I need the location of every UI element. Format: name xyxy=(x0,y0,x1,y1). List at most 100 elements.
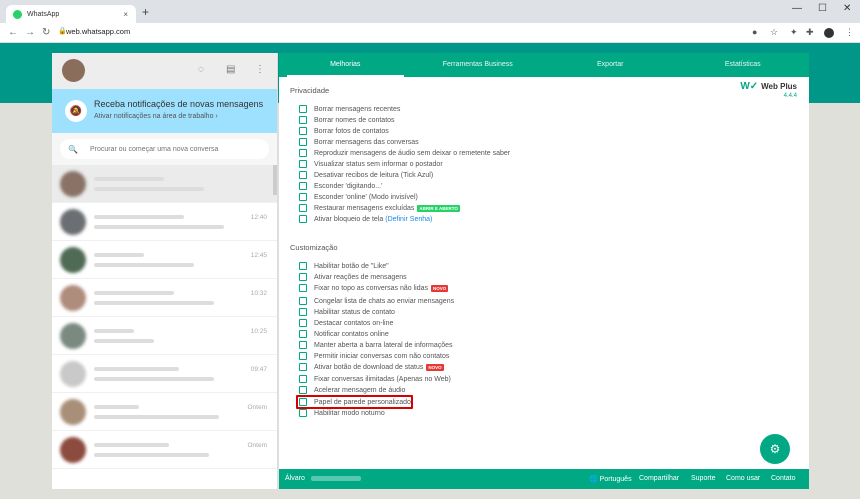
option-row[interactable]: Visualizar status sem informar o postado… xyxy=(299,159,443,169)
option-row[interactable]: Borrar nomes de contatos xyxy=(299,115,395,125)
notification-banner[interactable]: 🔕 Receba notificações de novas mensagens… xyxy=(52,89,277,133)
checkbox[interactable] xyxy=(299,160,307,168)
option-row[interactable]: Esconder 'online' (Modo invisível) xyxy=(299,192,418,202)
option-row[interactable]: Ativar botão de download de status NOVO xyxy=(299,362,444,372)
profile-avatar[interactable] xyxy=(824,28,834,38)
checkbox[interactable] xyxy=(299,149,307,157)
checkbox[interactable] xyxy=(299,204,307,212)
option-row[interactable]: Habilitar botão de "Like" xyxy=(299,261,389,271)
checkbox[interactable] xyxy=(299,215,307,223)
option-row[interactable]: Borrar fotos de contatos xyxy=(299,126,389,136)
checkbox[interactable] xyxy=(299,262,307,270)
option-row[interactable]: Habilitar modo noturno xyxy=(299,408,385,418)
checkbox[interactable] xyxy=(299,273,307,281)
support-link[interactable]: Suporte xyxy=(691,475,716,482)
checkbox[interactable] xyxy=(299,284,307,292)
tab-exportar[interactable]: Exportar xyxy=(544,53,677,77)
close-window-icon[interactable]: ✕ xyxy=(843,3,851,14)
checkbox[interactable] xyxy=(299,308,307,316)
checkbox[interactable] xyxy=(299,363,307,371)
bookmark-star-icon[interactable]: ☆ xyxy=(770,27,778,38)
browser-tab[interactable]: WhatsApp × xyxy=(6,5,136,23)
new-chat-icon[interactable]: ▤ xyxy=(226,64,235,75)
new-badge: NOVO xyxy=(426,363,444,371)
url-field[interactable]: web.whatsapp.com xyxy=(66,27,130,36)
puzzle-icon[interactable]: ✦ xyxy=(790,27,798,38)
notification-link[interactable]: Ativar notificações na área de trabalho … xyxy=(94,113,218,120)
checkbox[interactable] xyxy=(299,409,307,417)
list-item[interactable] xyxy=(52,165,277,203)
checkbox[interactable] xyxy=(299,116,307,124)
checkbox[interactable] xyxy=(299,171,307,179)
tab-estatisticas[interactable]: Estatísticas xyxy=(677,53,810,77)
menu-icon[interactable]: ⋮ xyxy=(255,64,265,75)
avatar xyxy=(60,171,86,197)
checkbox[interactable] xyxy=(299,352,307,360)
minimize-icon[interactable]: — xyxy=(792,3,802,14)
list-item[interactable]: 10:25 xyxy=(52,317,277,355)
option-row[interactable]: Habilitar status de contato xyxy=(299,307,395,317)
option-row[interactable]: Fixar no topo as conversas não lidas NOVO xyxy=(299,283,449,293)
option-row[interactable]: Ativar bloqueio de tela (Definir Senha) xyxy=(299,214,432,224)
option-row[interactable]: Desativar recibos de leitura (Tick Azul) xyxy=(299,170,433,180)
option-row[interactable]: Congelar lista de chats ao enviar mensag… xyxy=(299,296,454,306)
checkbox[interactable] xyxy=(299,138,307,146)
menu-dots-icon[interactable]: ⋮ xyxy=(845,27,854,38)
option-row[interactable]: Reproduzir mensagens de áudio sem deixar… xyxy=(299,148,510,158)
extension-icon[interactable]: ● xyxy=(752,27,757,37)
tab-melhorias[interactable]: Melhorias xyxy=(279,53,412,77)
maximize-icon[interactable]: ☐ xyxy=(818,3,827,14)
option-row[interactable]: Borrar mensagens das conversas xyxy=(299,137,419,147)
list-item[interactable]: Ontem xyxy=(52,431,277,469)
search-input[interactable] xyxy=(89,145,260,153)
checkbox[interactable] xyxy=(299,193,307,201)
option-label: Ativar botão de download de status xyxy=(314,363,424,371)
checkbox[interactable] xyxy=(299,375,307,383)
option-label: Borrar nomes de contatos xyxy=(314,116,395,124)
option-row[interactable]: Esconder 'digitando...' xyxy=(299,181,382,191)
whatsapp-favicon-icon xyxy=(13,9,22,19)
extensions-icon[interactable]: ✚ xyxy=(806,27,814,38)
list-item[interactable]: 09:47 xyxy=(52,355,277,393)
option-row[interactable]: Destacar contatos on-line xyxy=(299,318,393,328)
option-row[interactable]: Acelerar mensagem de áudio xyxy=(299,385,405,395)
logo-version: 4.4.4 xyxy=(783,93,797,99)
option-row[interactable]: Ativar reações de mensagens xyxy=(299,272,407,282)
list-item[interactable]: 12:40 xyxy=(52,203,277,241)
contact-link[interactable]: Contato xyxy=(771,475,796,482)
checkbox[interactable] xyxy=(299,182,307,190)
forward-icon[interactable]: → xyxy=(25,27,35,38)
status-icon[interactable]: ◌ xyxy=(198,64,204,75)
avatar[interactable] xyxy=(62,59,85,82)
checkbox[interactable] xyxy=(299,319,307,327)
checkbox[interactable] xyxy=(299,297,307,305)
option-row[interactable]: Permitir iniciar conversas com não conta… xyxy=(299,351,449,361)
checkbox[interactable] xyxy=(299,341,307,349)
tab-ferramentas-business[interactable]: Ferramentas Business xyxy=(412,53,545,77)
new-tab-button[interactable]: + xyxy=(142,5,149,19)
avatar xyxy=(60,361,86,387)
back-icon[interactable]: ← xyxy=(8,27,18,38)
set-password-link[interactable]: (Definir Senha) xyxy=(385,216,432,223)
checkbox[interactable] xyxy=(299,105,307,113)
list-item[interactable]: 12:45 xyxy=(52,241,277,279)
chat-list-scrollbar[interactable] xyxy=(273,165,277,195)
language-link[interactable]: 🌐 Português xyxy=(589,475,632,483)
option-row[interactable]: Notificar contatos online xyxy=(299,329,389,339)
option-row[interactable]: Restaurar mensagens excluídas ABRIR E ABE… xyxy=(299,203,460,213)
checkbox[interactable] xyxy=(299,386,307,394)
list-item[interactable]: Ontem xyxy=(52,393,277,431)
list-item[interactable]: 10:32 xyxy=(52,279,277,317)
share-link[interactable]: Compartilhar xyxy=(639,475,679,482)
settings-fab[interactable]: ⚙ xyxy=(760,434,790,464)
avatar xyxy=(60,209,86,235)
option-label: Congelar lista de chats ao enviar mensag… xyxy=(314,297,455,305)
option-row[interactable]: Borrar mensagens recentes xyxy=(299,104,400,114)
option-row[interactable]: Manter aberta a barra lateral de informa… xyxy=(299,340,453,350)
checkbox[interactable] xyxy=(299,330,307,338)
how-to-link[interactable]: Como usar xyxy=(726,475,760,482)
tab-close-icon[interactable]: × xyxy=(123,10,128,19)
checkbox[interactable] xyxy=(299,127,307,135)
option-row[interactable]: Fixar conversas ilimitadas (Apenas no We… xyxy=(299,374,451,384)
reload-icon[interactable]: ↻ xyxy=(42,27,50,38)
